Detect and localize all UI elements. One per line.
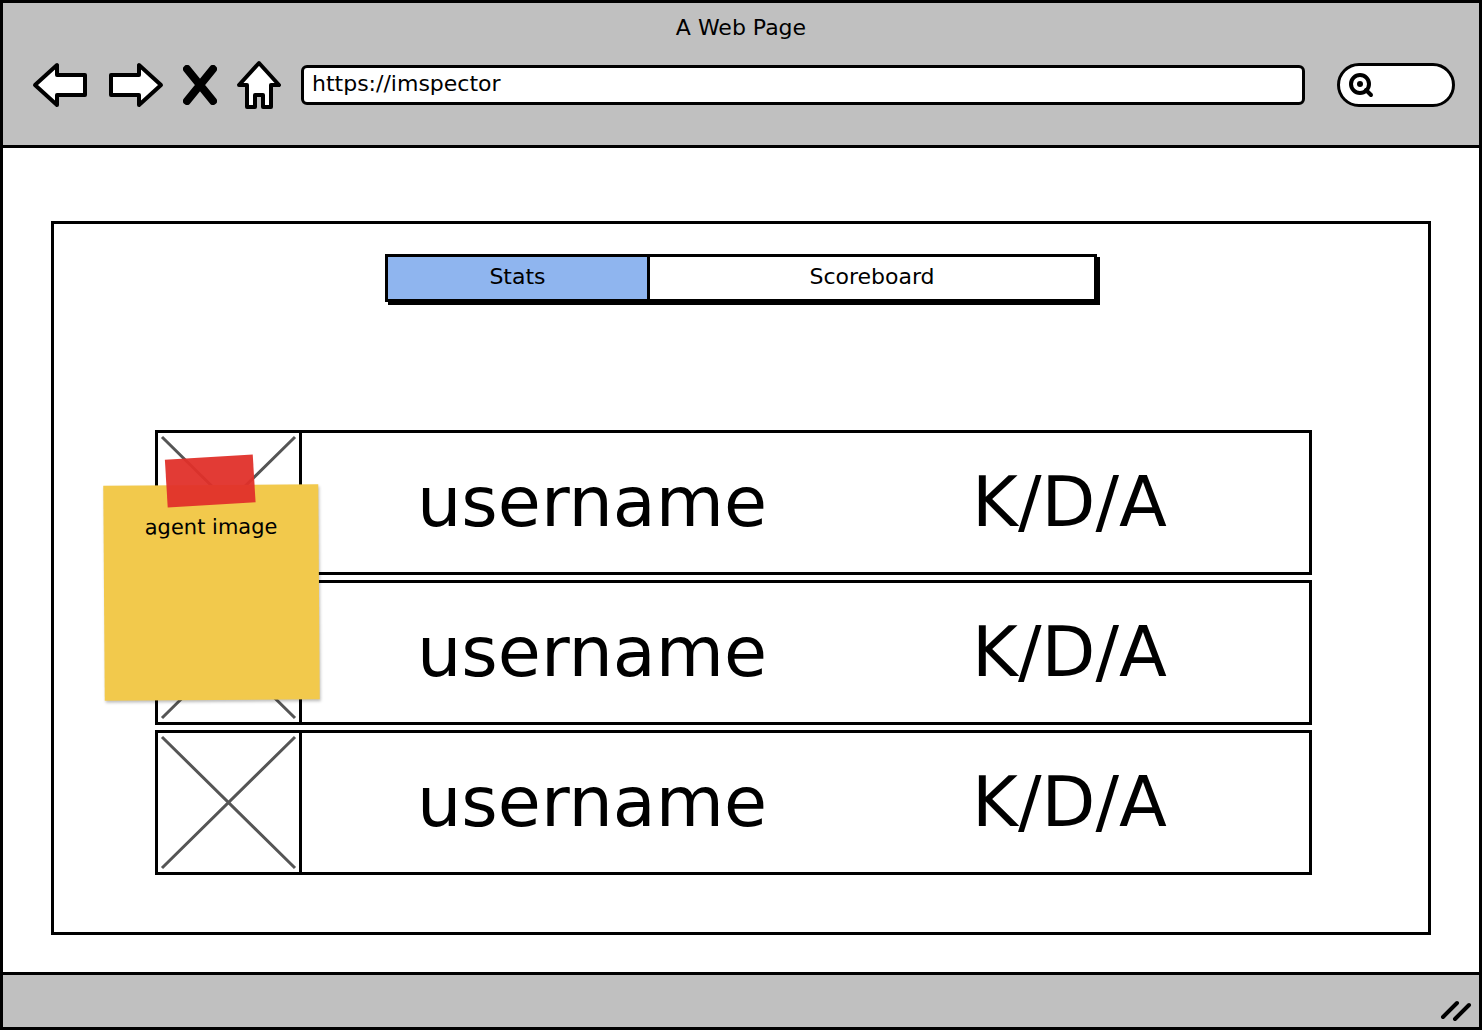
tab[interactable]: Stats xyxy=(388,257,650,299)
player-info: usernameK/D/A xyxy=(302,430,1312,575)
username: username xyxy=(417,764,972,841)
address-bar[interactable]: https://imspector xyxy=(301,65,1305,105)
username: username xyxy=(417,614,972,691)
sticky-note-text: agent image xyxy=(103,514,318,541)
back-arrow-icon[interactable] xyxy=(31,60,89,110)
title-bar: A Web Page https://imspector xyxy=(3,3,1479,148)
main-panel: StatsScoreboardusernameK/D/AusernameK/D/… xyxy=(51,221,1431,935)
toolbar: https://imspector xyxy=(3,41,1479,111)
resize-grip-icon[interactable] xyxy=(1439,993,1473,1023)
home-icon[interactable] xyxy=(235,59,283,111)
player-info: usernameK/D/A xyxy=(302,730,1312,875)
forward-arrow-icon[interactable] xyxy=(107,60,165,110)
username: username xyxy=(417,464,972,541)
player-row[interactable]: usernameK/D/A xyxy=(155,430,1312,575)
stop-icon[interactable] xyxy=(183,65,217,105)
kda: K/D/A xyxy=(972,764,1167,841)
kda: K/D/A xyxy=(972,464,1167,541)
search-field[interactable] xyxy=(1337,63,1455,107)
tab-bar: StatsScoreboard xyxy=(385,254,1097,302)
browser-window: A Web Page https://imspector StatsScoreboa… xyxy=(0,0,1482,1030)
search-icon xyxy=(1348,72,1374,98)
window-title: A Web Page xyxy=(3,3,1479,41)
kda: K/D/A xyxy=(972,614,1167,691)
agent-image xyxy=(155,730,302,875)
player-list: usernameK/D/AusernameK/D/AusernameK/D/Aa… xyxy=(155,430,1312,875)
tape xyxy=(165,454,256,507)
image-placeholder-icon xyxy=(158,733,299,872)
player-row[interactable]: usernameK/D/A xyxy=(155,730,1312,875)
player-info: usernameK/D/A xyxy=(302,580,1312,725)
tab[interactable]: Scoreboard xyxy=(650,257,1094,299)
sticky-note: agent image xyxy=(103,484,319,700)
status-bar xyxy=(3,972,1479,1027)
player-row[interactable]: usernameK/D/A xyxy=(155,580,1312,725)
page-content: StatsScoreboardusernameK/D/AusernameK/D/… xyxy=(3,148,1479,972)
